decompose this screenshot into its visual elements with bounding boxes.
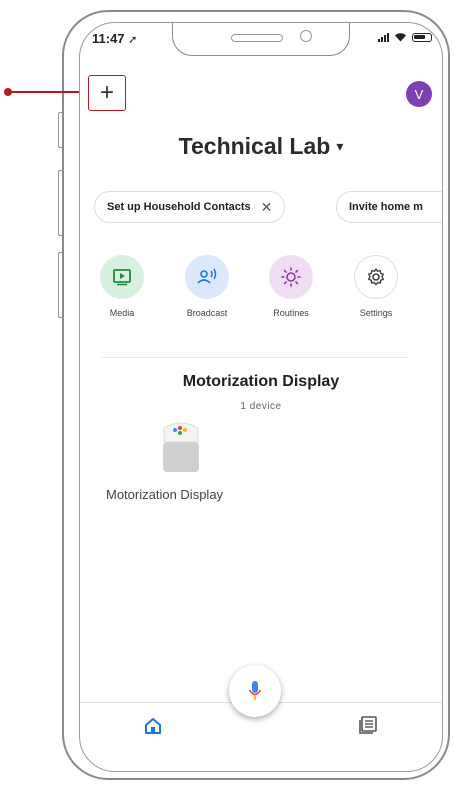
battery-icon: [412, 32, 432, 42]
wifi-icon: [395, 33, 406, 42]
room-title: Motorization Display: [182, 373, 340, 390]
chip-label: Set up Household Contacts: [107, 201, 251, 213]
action-media[interactable]: Media: [92, 255, 152, 318]
close-icon[interactable]: ✕: [261, 199, 273, 216]
nav-home-tab[interactable]: [144, 717, 162, 740]
add-button[interactable]: +: [88, 75, 126, 111]
mic-icon: [248, 681, 262, 700]
divider: [102, 357, 408, 358]
plus-icon: +: [99, 79, 114, 106]
avatar-initial: V: [414, 86, 424, 102]
broadcast-icon: [185, 255, 229, 299]
routines-icon: [269, 255, 313, 299]
feed-icon: [359, 716, 377, 734]
callout-line: [8, 91, 88, 93]
action-label: Routines: [273, 308, 309, 318]
home-selector[interactable]: Technical Lab ▾: [80, 133, 442, 160]
room-device-count: 1 device: [240, 401, 282, 412]
status-time: 11:47 ➚: [92, 31, 138, 46]
notch: [172, 23, 350, 56]
home-icon: [145, 718, 161, 734]
action-broadcast[interactable]: Broadcast: [177, 255, 237, 318]
speaker-grille: [231, 34, 283, 42]
chip-label: Invite home m: [349, 201, 423, 213]
smart-display-icon: [163, 422, 199, 472]
caret-down-icon: ▾: [336, 138, 344, 154]
phone-screen: 11:47 ➚ + V Technical Lab ▾ Set up Househ…: [79, 22, 443, 772]
action-label: Media: [109, 308, 135, 318]
nav-feed-tab[interactable]: [358, 715, 378, 740]
action-settings[interactable]: Settings: [346, 255, 406, 318]
action-routines[interactable]: Routines: [261, 255, 321, 318]
account-avatar[interactable]: V: [406, 81, 432, 107]
gear-icon: [354, 255, 398, 299]
front-camera: [300, 30, 312, 42]
action-label: Settings: [359, 308, 393, 318]
signal-icon: [378, 32, 389, 42]
callout-dot: [4, 88, 12, 96]
device-label: Motorization Display: [106, 487, 224, 502]
action-label: Broadcast: [186, 308, 228, 318]
status-icons: [378, 32, 432, 42]
media-icon: [100, 255, 144, 299]
chip-invite-home-member[interactable]: Invite home m: [336, 191, 442, 223]
chip-household-contacts[interactable]: Set up Household Contacts ✕: [94, 191, 286, 223]
home-title: Technical Lab: [178, 133, 331, 159]
mic-button[interactable]: [229, 665, 281, 717]
device-tile[interactable]: [158, 418, 204, 478]
